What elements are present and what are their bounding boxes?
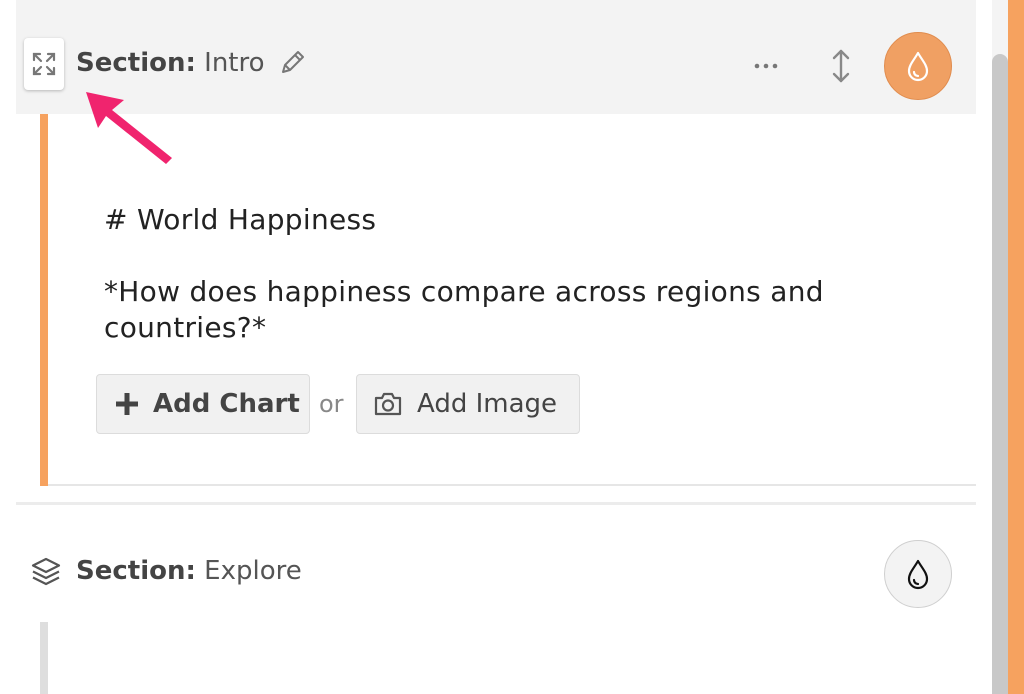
pencil-icon	[282, 51, 304, 73]
section-name: Explore	[204, 556, 302, 586]
camera-icon	[374, 392, 402, 416]
right-edge-accent	[1008, 0, 1024, 694]
layers-icon	[31, 557, 61, 586]
section-style-button[interactable]	[884, 32, 952, 100]
add-image-button[interactable]: Add Image	[356, 374, 580, 434]
more-options-button[interactable]	[750, 52, 782, 80]
edit-section-name-button[interactable]	[278, 48, 306, 78]
section-label-prefix: Section:	[76, 48, 196, 78]
content-heading: # World Happiness	[104, 203, 377, 236]
ellipsis-icon	[754, 63, 778, 69]
plus-icon	[116, 393, 138, 415]
vertical-resize-arrows-icon	[832, 49, 850, 83]
add-chart-label: Add Chart	[153, 389, 300, 419]
water-drop-icon	[907, 559, 929, 590]
expand-arrows-icon	[32, 52, 56, 76]
add-chart-button[interactable]: Add Chart	[96, 374, 310, 434]
section-intro-content[interactable]: # World Happiness *How does happiness co…	[104, 202, 934, 346]
water-drop-icon	[907, 51, 929, 82]
section-intro-title: Section: Intro	[76, 47, 265, 79]
section-explore-title: Section: Explore	[76, 555, 302, 587]
add-image-label: Add Image	[417, 389, 558, 419]
section-divider	[16, 502, 976, 505]
section-name: Intro	[204, 48, 265, 78]
section-label-prefix: Section:	[76, 556, 196, 586]
or-separator: or	[319, 390, 344, 418]
scrollbar-thumb[interactable]	[992, 54, 1008, 694]
content-subtitle: *How does happiness compare across regio…	[104, 275, 824, 344]
section-intro-accent-bar	[40, 114, 48, 486]
section-style-button[interactable]	[884, 540, 952, 608]
expand-section-button[interactable]	[24, 38, 64, 90]
reorder-section-handle[interactable]	[828, 46, 854, 86]
section-explore-accent-bar	[40, 622, 48, 694]
section-intro-bottom-border	[48, 484, 976, 486]
